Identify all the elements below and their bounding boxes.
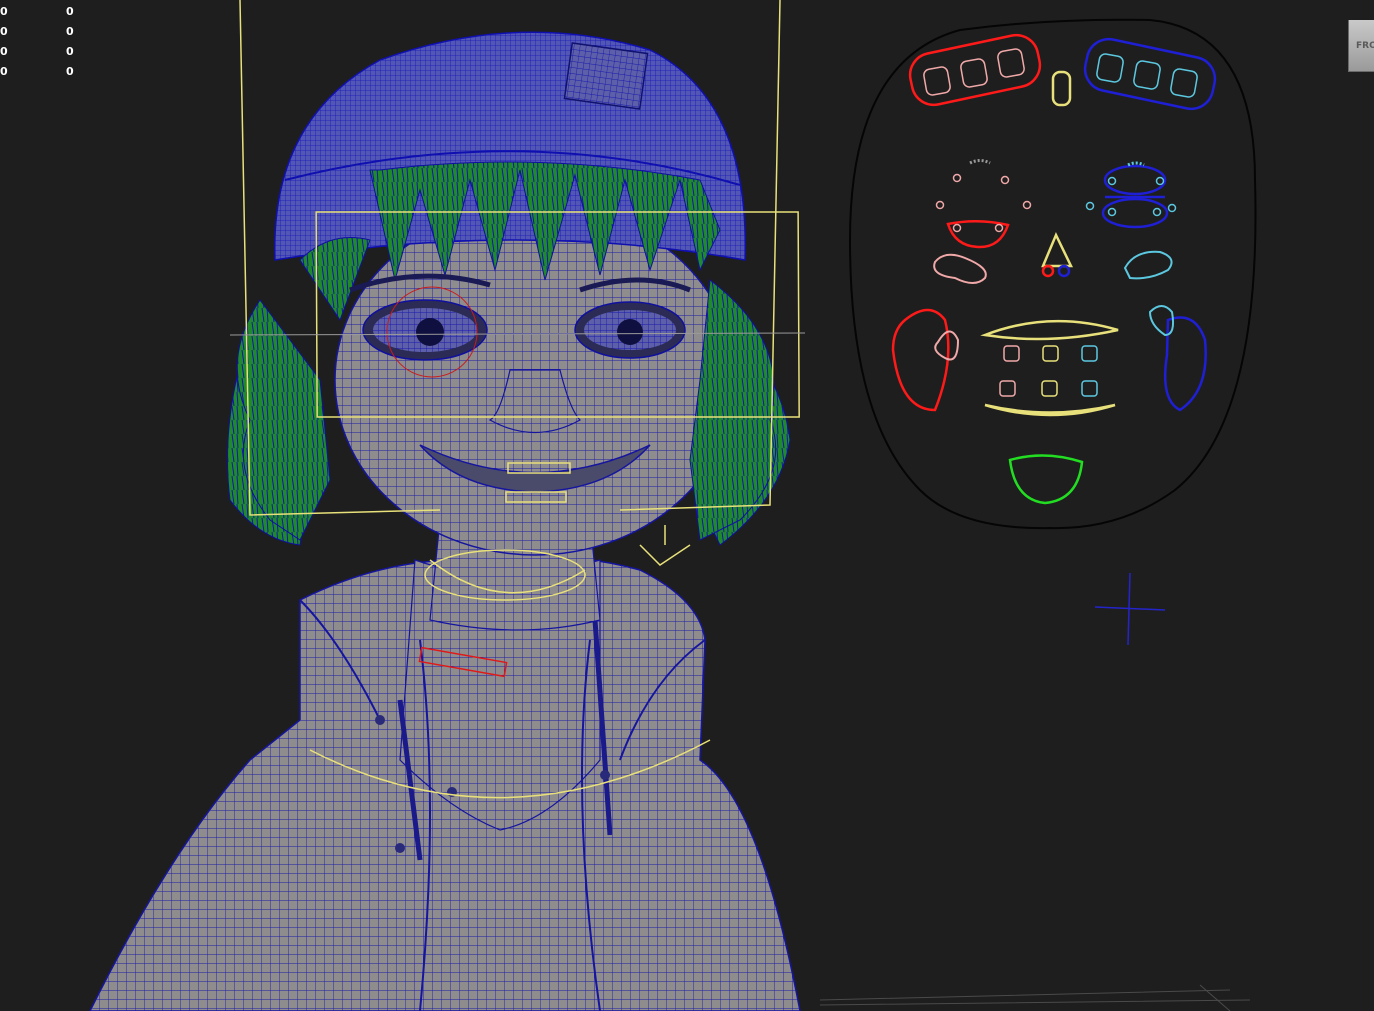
character-beanie: [274, 31, 746, 261]
hud-row: 0 0: [0, 62, 80, 82]
character-body: [89, 555, 801, 1011]
view-cube[interactable]: FRO: [1348, 20, 1374, 72]
hud-readout: 0 0 0 0 0 0 0 0: [0, 2, 80, 82]
scene-locator: [1094, 572, 1166, 646]
hud-label: 0: [0, 65, 8, 78]
hud-label: 0: [0, 45, 8, 58]
3d-viewport[interactable]: 0 0 0 0 0 0 0 0 FRO: [0, 0, 1374, 1011]
hud-label: 0: [0, 25, 8, 38]
hud-value: 0: [66, 25, 74, 38]
view-cube-label: FRO: [1356, 40, 1374, 51]
hud-value: 0: [66, 65, 74, 78]
facial-rig-picker-panel: [848, 18, 1257, 530]
hud-row: 0 0: [0, 2, 80, 22]
hud-value: 0: [66, 5, 74, 18]
viewport-scene: [89, 0, 1257, 1011]
ground-grid: [819, 984, 1251, 1011]
hud-row: 0 0: [0, 42, 80, 62]
hud-label: 0: [0, 5, 8, 18]
hud-row: 0 0: [0, 22, 80, 42]
hud-value: 0: [66, 45, 74, 58]
